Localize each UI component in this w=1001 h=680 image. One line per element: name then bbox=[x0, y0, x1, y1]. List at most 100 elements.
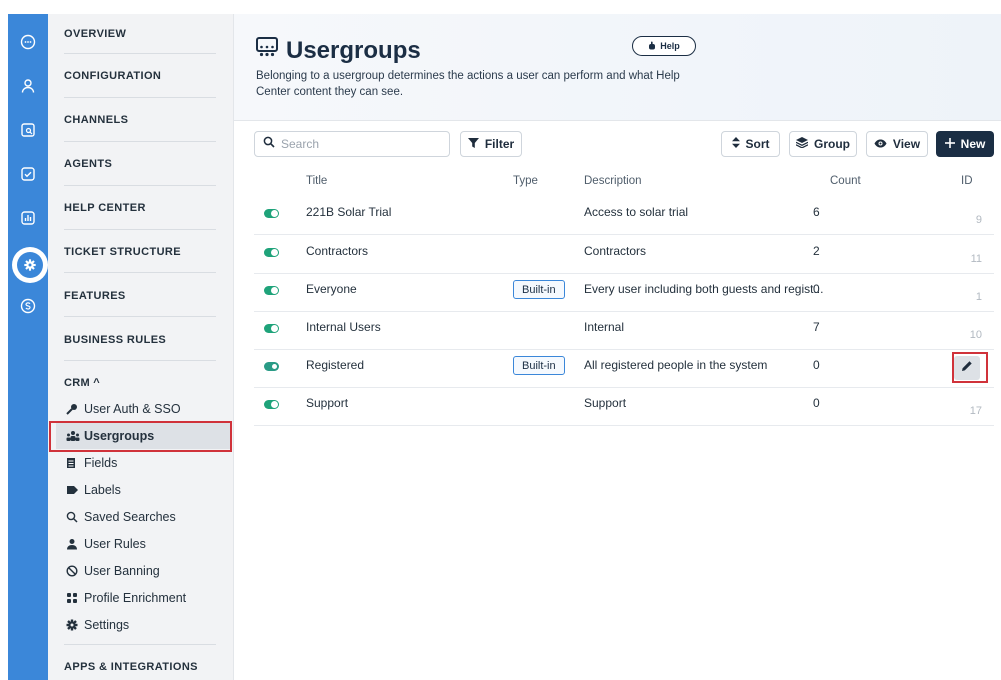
table-row[interactable]: Support Support 0 17 bbox=[254, 387, 994, 426]
enabled-toggle[interactable] bbox=[264, 248, 279, 257]
row-title[interactable]: Everyone bbox=[306, 282, 357, 296]
sidebar-item-fields[interactable]: Fields bbox=[56, 450, 230, 476]
nav-divider bbox=[64, 360, 216, 361]
page-header: Usergroups Help Belonging to a usergroup… bbox=[234, 14, 1001, 121]
filter-icon bbox=[467, 137, 479, 151]
row-title[interactable]: Internal Users bbox=[306, 320, 381, 334]
nav-help-center[interactable]: HELP CENTER bbox=[64, 202, 216, 214]
sidebar-item-label: Saved Searches bbox=[84, 510, 176, 524]
filter-button[interactable]: Filter bbox=[460, 131, 522, 157]
row-count: 6 bbox=[813, 205, 820, 219]
key-icon bbox=[66, 403, 84, 415]
nav-crm-toggle[interactable]: CRM ^ bbox=[64, 377, 100, 389]
tasks-icon[interactable] bbox=[18, 164, 38, 184]
row-title[interactable]: Support bbox=[306, 396, 348, 410]
built-in-badge: Built-in bbox=[513, 280, 565, 299]
enabled-toggle[interactable] bbox=[264, 286, 279, 295]
nav-apps-integrations[interactable]: APPS & INTEGRATIONS bbox=[64, 661, 216, 673]
sidebar-item-user-banning[interactable]: User Banning bbox=[56, 558, 230, 584]
column-header-count[interactable]: Count bbox=[830, 175, 861, 187]
enabled-toggle[interactable] bbox=[264, 324, 279, 333]
nav-divider bbox=[64, 53, 216, 54]
enabled-toggle[interactable] bbox=[264, 209, 279, 218]
page-title-text: Usergroups bbox=[286, 36, 421, 64]
reports-icon[interactable] bbox=[18, 208, 38, 228]
sidebar-item-user-auth-sso[interactable]: User Auth & SSO bbox=[56, 396, 230, 422]
admin-sidebar: OVERVIEW CONFIGURATION CHANNELS AGENTS H… bbox=[48, 14, 234, 680]
row-title[interactable]: Registered bbox=[306, 358, 364, 372]
eye-icon bbox=[874, 137, 887, 151]
row-id: 9 bbox=[975, 214, 982, 226]
column-header-type[interactable]: Type bbox=[513, 175, 538, 187]
sidebar-item-user-rules[interactable]: User Rules bbox=[56, 531, 230, 557]
group-button[interactable]: Group bbox=[789, 131, 857, 157]
nav-channels[interactable]: CHANNELS bbox=[64, 114, 216, 126]
row-count: 0 bbox=[813, 282, 820, 296]
sidebar-item-settings[interactable]: Settings bbox=[56, 612, 230, 638]
nav-divider bbox=[64, 97, 216, 98]
billing-icon[interactable] bbox=[18, 296, 38, 316]
row-id: 10 bbox=[969, 329, 982, 341]
column-header-id[interactable]: ID bbox=[961, 175, 973, 187]
sidebar-item-saved-searches[interactable]: Saved Searches bbox=[56, 504, 230, 530]
edit-button-highlight bbox=[952, 352, 988, 383]
sidebar-item-label: Labels bbox=[84, 483, 121, 497]
column-header-title[interactable]: Title bbox=[306, 175, 327, 187]
hand-icon bbox=[648, 41, 656, 52]
view-button[interactable]: View bbox=[866, 131, 928, 157]
table-row[interactable]: 221B Solar Trial Access to solar trial 6… bbox=[254, 196, 994, 235]
search-icon bbox=[66, 511, 84, 523]
gear-icon bbox=[66, 619, 84, 631]
icon-rail bbox=[8, 14, 48, 680]
row-title[interactable]: Contractors bbox=[306, 244, 368, 258]
row-description: Internal bbox=[584, 320, 625, 334]
nav-agents[interactable]: AGENTS bbox=[64, 158, 216, 170]
sidebar-item-profile-enrichment[interactable]: Profile Enrichment bbox=[56, 585, 230, 611]
column-header-description[interactable]: Description bbox=[584, 175, 642, 187]
nav-divider bbox=[64, 272, 216, 273]
sidebar-item-labels[interactable]: Labels bbox=[56, 477, 230, 503]
filter-label: Filter bbox=[484, 137, 515, 151]
sidebar-item-label: Settings bbox=[84, 618, 130, 632]
help-button[interactable]: Help bbox=[632, 36, 696, 56]
table-row[interactable]: Registered Built-in All registered peopl… bbox=[254, 349, 994, 388]
sort-button[interactable]: Sort bbox=[721, 131, 780, 157]
user-icon[interactable] bbox=[18, 76, 38, 96]
sidebar-item-label: Fields bbox=[84, 456, 118, 470]
fields-icon bbox=[66, 457, 84, 469]
nav-business-rules[interactable]: BUSINESS RULES bbox=[64, 334, 216, 346]
sidebar-item-label: User Rules bbox=[84, 537, 146, 551]
nav-ticket-structure[interactable]: TICKET STRUCTURE bbox=[64, 246, 216, 258]
table-row[interactable]: Contractors Contractors 2 11 bbox=[254, 235, 994, 274]
usergroups-title-icon bbox=[256, 36, 278, 65]
view-label: View bbox=[892, 137, 921, 151]
user-icon bbox=[66, 538, 84, 550]
sidebar-item-label: User Banning bbox=[84, 564, 160, 578]
search-box[interactable] bbox=[254, 131, 450, 157]
tag-icon bbox=[66, 484, 84, 496]
row-description: Support bbox=[584, 396, 627, 410]
chat-icon[interactable] bbox=[18, 32, 38, 52]
new-button[interactable]: New bbox=[936, 131, 994, 157]
new-label: New bbox=[960, 137, 986, 151]
row-description: All registered people in the system bbox=[584, 358, 768, 372]
admin-gear-icon[interactable] bbox=[12, 247, 48, 283]
row-description: Contractors bbox=[584, 244, 647, 258]
enabled-toggle[interactable] bbox=[264, 400, 279, 409]
search-input[interactable] bbox=[281, 137, 441, 151]
table-row[interactable]: Internal Users Internal 7 10 bbox=[254, 311, 994, 350]
nav-divider bbox=[64, 229, 216, 230]
tickets-icon[interactable] bbox=[18, 120, 38, 140]
nav-features[interactable]: FEATURES bbox=[64, 290, 216, 302]
sort-label: Sort bbox=[745, 137, 770, 151]
row-id: 17 bbox=[969, 405, 982, 417]
row-count: 7 bbox=[813, 320, 820, 334]
sidebar-item-label: User Auth & SSO bbox=[84, 402, 181, 416]
nav-configuration[interactable]: CONFIGURATION bbox=[64, 70, 216, 82]
nav-divider bbox=[64, 185, 216, 186]
row-description: Access to solar trial bbox=[584, 205, 689, 219]
row-title[interactable]: 221B Solar Trial bbox=[306, 205, 391, 219]
nav-overview[interactable]: OVERVIEW bbox=[64, 28, 216, 40]
table-row[interactable]: Everyone Built-in Every user including b… bbox=[254, 273, 994, 312]
sort-icon bbox=[731, 137, 740, 151]
